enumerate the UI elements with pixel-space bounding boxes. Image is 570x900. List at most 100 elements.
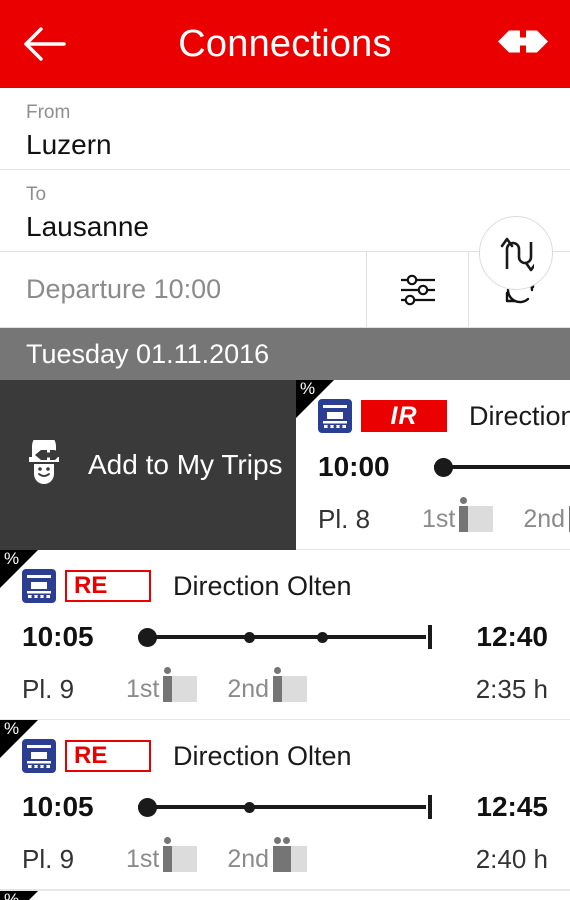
connection-row-wrapper-2: % RE Direction Olten 10:05 12:40 Pl. 9 1… xyxy=(0,550,570,720)
second-class-label: 2nd xyxy=(227,844,270,873)
occupancy-person-head xyxy=(164,667,172,674)
arrow-left-icon xyxy=(24,27,66,61)
journey-track xyxy=(434,465,570,469)
discount-percent-label: % xyxy=(300,380,316,398)
occupancy-group: 1st 2nd xyxy=(126,837,337,874)
occupancy-second-class: 2nd xyxy=(227,837,308,874)
journey-end-tick xyxy=(428,625,432,649)
occupancy-person-head xyxy=(274,837,282,844)
connection-row-wrapper-1: Add to My Trips % IR Direction 10:00 Pl.… xyxy=(0,380,570,550)
to-value: Lausanne xyxy=(26,211,150,242)
from-value: Luzern xyxy=(26,129,112,160)
second-class-label: 2nd xyxy=(227,674,270,703)
occupancy-first-class: 1st xyxy=(422,497,494,534)
journey-line xyxy=(434,452,570,482)
occupancy-fill xyxy=(163,846,173,872)
connection-header-1: IR Direction Geneve xyxy=(318,394,570,438)
journey-track xyxy=(138,805,426,809)
back-button[interactable] xyxy=(0,0,90,88)
journey-line xyxy=(138,792,432,822)
occupancy-second-class: 2nd xyxy=(523,505,570,534)
connection-list: Add to My Trips % IR Direction 10:00 Pl.… xyxy=(0,380,570,900)
occupancy-person-head xyxy=(164,837,172,844)
occupancy-group: 1st 2nd xyxy=(126,667,337,704)
journey-transfer-dot xyxy=(243,802,255,813)
second-class-occupancy-bar xyxy=(273,837,308,872)
journey-track xyxy=(138,635,426,639)
second-class-label: 2nd xyxy=(523,504,566,533)
occupancy-first-class: 1st xyxy=(126,837,198,874)
occupancy-person-head xyxy=(283,837,291,844)
connection-header-3: RE Direction Olten xyxy=(22,734,548,778)
duration-label: 2:35 h xyxy=(475,673,548,704)
journey-start-dot xyxy=(434,458,453,477)
journey-transfer-dot xyxy=(317,632,329,643)
platform-label: Pl. 8 xyxy=(318,503,371,534)
occupancy-fill xyxy=(273,676,283,702)
connection-details-2: Pl. 9 1st 2nd 2:35 h xyxy=(22,666,548,712)
connection-row[interactable]: % RE Direction Olten xyxy=(0,720,570,890)
occupancy-fill xyxy=(273,846,292,872)
connection-times-2: 10:05 12:40 xyxy=(22,608,548,666)
filter-button[interactable] xyxy=(366,252,468,327)
swap-vertical-icon xyxy=(500,237,534,272)
connection-row[interactable]: % RE Direction Olten xyxy=(0,550,570,720)
connection-times-3: 10:05 12:45 xyxy=(22,778,548,836)
first-class-label: 1st xyxy=(126,844,160,873)
direction-label: Direction Olten xyxy=(173,740,352,771)
discount-percent-label: % xyxy=(4,890,20,900)
connection-row[interactable]: % IR Direction Geneve xyxy=(296,380,570,550)
train-category-badge: RE xyxy=(65,570,151,602)
duration-label: 2:40 h xyxy=(475,843,548,874)
train-category-badge: IR xyxy=(361,400,447,432)
occupancy-fill xyxy=(163,676,173,702)
departure-time: 10:00 xyxy=(318,451,390,482)
first-class-occupancy-bar xyxy=(163,667,198,702)
arrival-time: 12:40 xyxy=(476,621,548,652)
journey-start-dot xyxy=(138,798,157,817)
discount-percent-label: % xyxy=(4,720,20,738)
add-to-my-trips-action[interactable]: Add to My Trips xyxy=(0,380,296,550)
occupancy-group: 1st 2nd xyxy=(422,497,570,534)
departure-time-field[interactable]: Departure 10:00 xyxy=(0,252,366,327)
occupancy-person-head xyxy=(274,667,282,674)
connection-details-1: Pl. 8 1st 2nd xyxy=(318,496,570,542)
swap-button[interactable] xyxy=(479,216,553,290)
search-panel: From Luzern To Lausanne Departure 10:00 xyxy=(0,88,570,328)
first-class-label: 1st xyxy=(126,674,160,703)
occupancy-second-class: 2nd xyxy=(227,667,308,704)
app-header: Connections xyxy=(0,0,570,88)
from-label: From xyxy=(26,102,71,123)
journey-transfer-dot xyxy=(243,632,255,643)
journey-line xyxy=(138,622,432,652)
direction-label: Direction Geneve xyxy=(469,400,570,431)
connection-row[interactable]: % xyxy=(0,890,570,900)
connection-header-2: RE Direction Olten xyxy=(22,564,548,608)
discount-percent-label: % xyxy=(4,550,20,568)
second-class-occupancy-bar xyxy=(273,667,308,702)
first-class-label: 1st xyxy=(422,504,456,533)
occupancy-person-head xyxy=(460,497,468,504)
add-to-my-trips-label: Add to My Trips xyxy=(88,449,283,480)
conductor-cap-icon xyxy=(29,440,60,484)
occupancy-first-class: 1st xyxy=(126,667,198,704)
train-category-badge: RE xyxy=(65,740,151,772)
platform-label: Pl. 9 xyxy=(22,673,75,704)
direction-label: Direction Olten xyxy=(173,570,352,601)
connections-screen: Connections From Luzern To Lausanne Depa… xyxy=(0,0,570,900)
date-bar: Tuesday 01.11.2016 xyxy=(0,328,570,380)
platform-label: Pl. 9 xyxy=(22,843,75,874)
journey-end-tick xyxy=(428,795,432,819)
sbb-logo-button[interactable] xyxy=(498,28,548,61)
departure-time: 10:05 xyxy=(22,791,94,822)
connection-times-1: 10:00 xyxy=(318,438,570,496)
first-class-occupancy-bar xyxy=(163,837,198,872)
occupancy-fill xyxy=(459,506,469,532)
first-class-occupancy-bar xyxy=(459,497,494,532)
departure-time: 10:05 xyxy=(22,621,94,652)
to-label: To xyxy=(26,184,47,205)
sbb-logo-icon xyxy=(498,30,548,53)
from-field[interactable]: From Luzern xyxy=(0,88,570,170)
arrival-time: 12:45 xyxy=(476,791,548,822)
journey-start-dot xyxy=(138,628,157,647)
